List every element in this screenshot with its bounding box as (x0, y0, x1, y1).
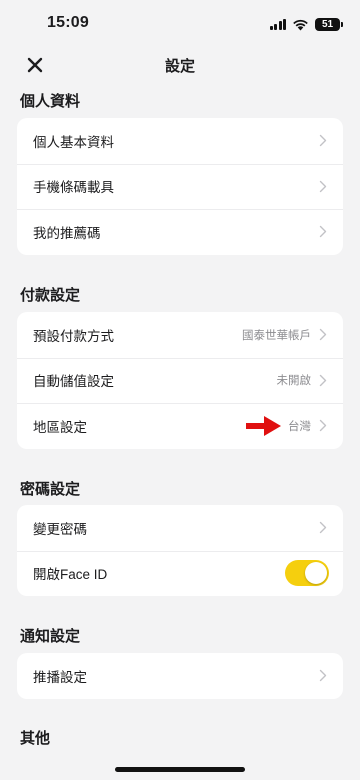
row-value: 國泰世華帳戶 (242, 329, 311, 342)
row-change-password[interactable]: 變更密碼 (17, 505, 343, 551)
status-icons: 51 (269, 17, 343, 31)
row-label: 我的推薦碼 (33, 225, 101, 241)
status-bar: 15:09 51 (0, 0, 360, 46)
row-label: 預設付款方式 (33, 328, 114, 344)
chevron-right-icon (319, 226, 327, 238)
row-profile-basic[interactable]: 個人基本資料 (17, 118, 343, 164)
password-card: 變更密碼 開啟Face ID (17, 505, 343, 596)
row-value: 未開啟 (276, 375, 312, 388)
row-default-payment[interactable]: 預設付款方式 國泰世華帳戶 (17, 312, 343, 358)
chevron-right-icon (319, 329, 327, 341)
red-arrow-icon (246, 416, 281, 436)
row-referral-code[interactable]: 我的推薦碼 (17, 209, 343, 255)
section-title-notification: 通知設定 (20, 628, 81, 645)
home-indicator (115, 767, 245, 772)
row-label: 自動儲值設定 (33, 374, 114, 390)
section-title-password: 密碼設定 (20, 481, 81, 498)
row-label: 推播設定 (33, 669, 87, 685)
status-time: 15:09 (47, 14, 89, 31)
row-auto-topup[interactable]: 自動儲值設定 未開啟 (17, 357, 343, 404)
row-region[interactable]: 地區設定 台灣 (17, 403, 343, 449)
battery-icon: 51 (315, 17, 343, 31)
chevron-right-icon (319, 374, 327, 386)
section-title-profile: 個人資料 (20, 93, 81, 110)
payment-card: 預設付款方式 國泰世華帳戶 自動儲值設定 未開啟 地區設定 台灣 (17, 312, 343, 449)
chevron-right-icon (319, 522, 327, 534)
section-title-other: 其他 (20, 730, 51, 747)
row-label: 開啟Face ID (33, 567, 108, 583)
row-mobile-barcode[interactable]: 手機條碼載具 (17, 163, 343, 210)
notification-card: 推播設定 (17, 653, 343, 699)
row-label: 手機條碼載具 (33, 180, 114, 196)
chevron-right-icon (319, 180, 327, 192)
row-face-id: 開啟Face ID (17, 550, 343, 597)
signal-icon (269, 18, 286, 30)
nav-bar: 設定 (0, 46, 360, 82)
row-push-settings[interactable]: 推播設定 (17, 653, 343, 699)
face-id-toggle[interactable] (285, 560, 329, 587)
row-label: 個人基本資料 (33, 134, 114, 150)
section-title-payment: 付款設定 (20, 287, 81, 304)
chevron-right-icon (319, 135, 327, 147)
row-value: 台灣 (288, 420, 311, 433)
chevron-right-icon (319, 420, 327, 432)
page-title: 設定 (164, 58, 195, 75)
toggle-knob (305, 562, 327, 585)
wifi-icon (293, 19, 308, 30)
profile-card: 個人基本資料 手機條碼載具 我的推薦碼 (17, 118, 343, 255)
row-label: 變更密碼 (33, 521, 87, 537)
chevron-right-icon (319, 670, 327, 682)
